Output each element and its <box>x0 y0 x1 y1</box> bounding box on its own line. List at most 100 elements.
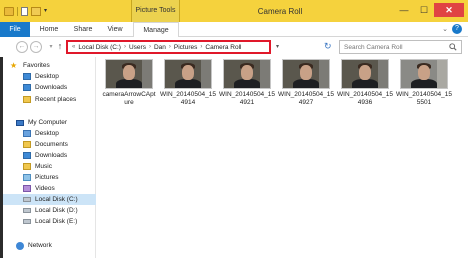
breadcrumb-camera-roll[interactable]: Camera Roll <box>205 44 241 51</box>
forward-button[interactable]: → <box>30 41 42 53</box>
nav-pc-documents[interactable]: Documents <box>0 139 96 150</box>
nav-network[interactable]: Network <box>0 240 96 251</box>
nav-pc-pictures[interactable]: Pictures <box>0 172 96 183</box>
toolbar-divider <box>17 7 18 16</box>
customize-toolbar-icon[interactable]: ▾ <box>44 7 47 16</box>
address-overflow-icon[interactable]: « <box>72 44 75 50</box>
image-thumbnail <box>282 59 330 89</box>
breadcrumb-separator[interactable]: › <box>149 44 151 50</box>
nav-pc-local-disk-c[interactable]: Local Disk (C:) <box>0 194 96 205</box>
nav-my-computer[interactable]: My Computer <box>0 117 96 128</box>
file-name: cameraArrowCApture <box>102 91 156 106</box>
recent-places-icon <box>23 96 31 103</box>
nav-label: Local Disk (E:) <box>35 218 78 225</box>
back-button[interactable]: ← <box>16 41 28 53</box>
pictures-folder-icon <box>23 174 31 181</box>
nav-fav-recent-places[interactable]: Recent places <box>0 94 96 105</box>
breadcrumb-separator[interactable]: › <box>124 44 126 50</box>
image-thumbnail <box>341 59 389 89</box>
nav-pc-videos[interactable]: Videos <box>0 183 96 194</box>
new-folder-icon[interactable] <box>31 7 41 16</box>
file-name: WIN_20140504_154921 <box>219 91 276 106</box>
breadcrumb-separator[interactable]: › <box>200 44 202 50</box>
nav-label: Local Disk (D:) <box>35 207 78 214</box>
tab-manage[interactable]: Manage <box>133 22 179 37</box>
breadcrumb-pictures[interactable]: Pictures <box>174 44 197 51</box>
nav-label: Desktop <box>35 73 59 80</box>
quick-access-toolbar: ▾ <box>4 6 47 17</box>
file-name: WIN_20140504_154936 <box>337 91 394 106</box>
file-item[interactable]: cameraArrowCApture <box>101 59 157 119</box>
nav-label: Downloads <box>35 84 68 91</box>
address-bar[interactable]: « Local Disk (C:) › Users › Dan › Pictur… <box>66 40 271 54</box>
navigation-pane: ★ Favorites Desktop Downloads Recent pla… <box>0 57 96 258</box>
maximize-button[interactable]: ☐ <box>414 3 434 17</box>
properties-icon[interactable] <box>21 7 28 16</box>
file-name: WIN_20140504_154927 <box>278 91 335 106</box>
tab-share[interactable]: Share <box>68 22 98 37</box>
breadcrumb-users[interactable]: Users <box>129 44 146 51</box>
documents-folder-icon <box>23 141 31 148</box>
search-input[interactable] <box>344 42 444 52</box>
tab-home[interactable]: Home <box>34 22 64 37</box>
window-controls: — ☐ ✕ <box>394 3 464 17</box>
music-folder-icon <box>23 163 31 170</box>
image-thumbnail <box>223 59 271 89</box>
nav-label: Network <box>28 242 52 249</box>
nav-fav-desktop[interactable]: Desktop <box>0 71 96 82</box>
star-icon: ★ <box>10 61 18 70</box>
file-item[interactable]: WIN_20140504_154914 <box>160 59 216 119</box>
computer-icon <box>16 119 24 126</box>
nav-label: Local Disk (C:) <box>35 196 78 203</box>
up-button[interactable]: ↑ <box>54 41 66 53</box>
nav-fav-downloads[interactable]: Downloads <box>0 82 96 93</box>
picture-tools-label: Picture Tools <box>135 7 176 14</box>
file-item[interactable]: WIN_20140504_154927 <box>278 59 334 119</box>
window-title: Camera Roll <box>257 7 303 16</box>
downloads-icon <box>23 84 31 91</box>
nav-label: Pictures <box>35 174 59 181</box>
file-name: WIN_20140504_154914 <box>160 91 217 106</box>
desktop-icon <box>23 73 31 80</box>
title-bar[interactable]: ▾ Picture Tools Camera Roll — ☐ ✕ <box>0 0 468 22</box>
close-button[interactable]: ✕ <box>434 3 464 17</box>
address-history-dropdown-icon[interactable]: ▾ <box>276 43 279 50</box>
videos-folder-icon <box>23 185 31 192</box>
nav-label: Favorites <box>23 62 50 69</box>
nav-pc-downloads[interactable]: Downloads <box>0 150 96 161</box>
help-icon[interactable]: ? <box>452 24 462 34</box>
expand-ribbon-icon[interactable]: ⌄ <box>442 25 448 33</box>
tab-view[interactable]: View <box>100 22 130 37</box>
breadcrumb-dan[interactable]: Dan <box>154 44 166 51</box>
file-name: WIN_20140504_155501 <box>396 91 453 106</box>
nav-label: Recent places <box>35 96 77 103</box>
window-edge <box>0 57 3 258</box>
ribbon-tabs: File Home Share View Manage ⌄ ? <box>0 22 468 37</box>
refresh-icon[interactable]: ↻ <box>324 41 332 52</box>
image-thumbnail <box>105 59 153 89</box>
breadcrumb-local-disk[interactable]: Local Disk (C:) <box>78 44 121 51</box>
nav-pc-music[interactable]: Music <box>0 161 96 172</box>
nav-pc-desktop[interactable]: Desktop <box>0 128 96 139</box>
desktop-folder-icon <box>23 130 31 137</box>
file-item[interactable]: WIN_20140504_154936 <box>337 59 393 119</box>
file-item[interactable]: WIN_20140504_155501 <box>396 59 452 119</box>
nav-pc-local-disk-e[interactable]: Local Disk (E:) <box>0 216 96 227</box>
breadcrumb-separator[interactable]: › <box>169 44 171 50</box>
network-icon <box>16 241 24 250</box>
drive-icon <box>23 197 31 202</box>
picture-tools-context-tab: Picture Tools <box>131 0 180 22</box>
drive-icon <box>23 219 31 224</box>
folder-icon[interactable] <box>4 7 14 16</box>
tab-file[interactable]: File <box>0 22 30 37</box>
explorer-window: ▾ Picture Tools Camera Roll — ☐ ✕ File H… <box>0 0 468 258</box>
image-thumbnail <box>164 59 212 89</box>
minimize-button[interactable]: — <box>394 3 414 17</box>
nav-label: Videos <box>35 185 55 192</box>
file-item[interactable]: WIN_20140504_154921 <box>219 59 275 119</box>
nav-pc-local-disk-d[interactable]: Local Disk (D:) <box>0 205 96 216</box>
search-box[interactable] <box>339 40 462 54</box>
search-icon[interactable] <box>449 43 457 51</box>
nav-label: Documents <box>35 141 68 148</box>
nav-favorites[interactable]: ★ Favorites <box>10 60 96 71</box>
